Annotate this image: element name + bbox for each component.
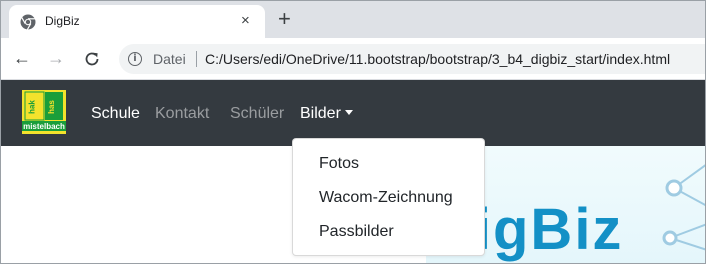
forward-arrow-icon[interactable]: → <box>47 48 65 68</box>
svg-text:mistelbach: mistelbach <box>23 122 65 131</box>
tab-strip: DigBiz × + <box>1 1 705 38</box>
tab-title: DigBiz <box>45 14 80 28</box>
dropdown-item-passbilder[interactable]: Passbilder <box>293 217 484 247</box>
dropdown-item-wacom-zeichnung[interactable]: Wacom-Zeichnung <box>293 183 484 213</box>
nav-link-schule[interactable]: Schule <box>91 104 140 124</box>
svg-text:hak: hak <box>28 100 37 114</box>
school-logo[interactable]: hak has mistelbach <box>22 90 66 134</box>
nav-dropdown-label: Bilder <box>300 105 341 122</box>
chrome-favicon-icon <box>20 14 36 30</box>
browser-window: DigBiz × + ← → i Datei C:/Users/edi/OneD… <box>0 0 706 264</box>
back-arrow-icon[interactable]: ← <box>13 48 31 68</box>
info-icon[interactable]: i <box>128 52 142 66</box>
close-icon[interactable]: × <box>241 12 250 30</box>
browser-tab[interactable]: DigBiz × <box>9 5 265 38</box>
address-url[interactable]: C:/Users/edi/OneDrive/11.bootstrap/boots… <box>205 51 670 67</box>
svg-text:has: has <box>47 100 56 114</box>
nav-dropdown-bilder[interactable]: Bilder <box>300 104 353 124</box>
address-separator <box>196 51 197 67</box>
bilder-dropdown-menu: Fotos Wacom-Zeichnung Passbilder <box>292 138 485 256</box>
dropdown-item-fotos[interactable]: Fotos <box>293 149 484 179</box>
plus-icon[interactable]: + <box>278 6 291 32</box>
reload-icon[interactable] <box>83 50 101 68</box>
caret-down-icon <box>344 110 353 115</box>
address-bar[interactable]: i Datei C:/Users/edi/OneDrive/11.bootstr… <box>119 44 705 74</box>
browser-toolbar: ← → i Datei C:/Users/edi/OneDrive/11.boo… <box>1 38 705 80</box>
nav-link-schueler[interactable]: Schüler <box>230 104 284 124</box>
nav-link-kontakt[interactable]: Kontakt <box>155 104 209 124</box>
address-scheme-label: Datei <box>153 51 186 67</box>
